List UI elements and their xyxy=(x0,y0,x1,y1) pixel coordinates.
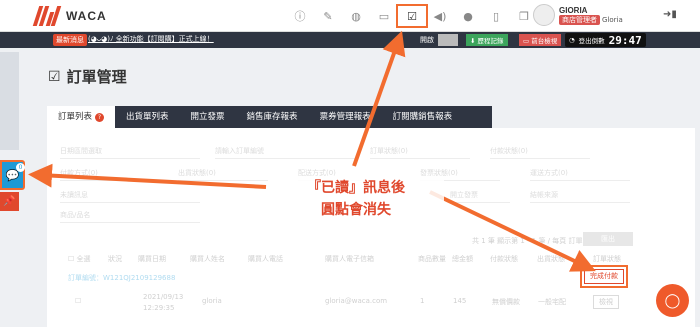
annotation-arrows xyxy=(28,30,596,272)
arrow-to-chat-button xyxy=(28,163,267,189)
annotation-text: 『已讀』訊息後 圓點會消失 xyxy=(268,177,444,221)
arrow-to-toolbar-icon xyxy=(352,30,406,167)
arrow-to-pay-button xyxy=(429,190,596,272)
chat-bubble-icon: ◯ xyxy=(664,292,681,309)
support-chat-button[interactable]: ◯ xyxy=(656,284,689,317)
